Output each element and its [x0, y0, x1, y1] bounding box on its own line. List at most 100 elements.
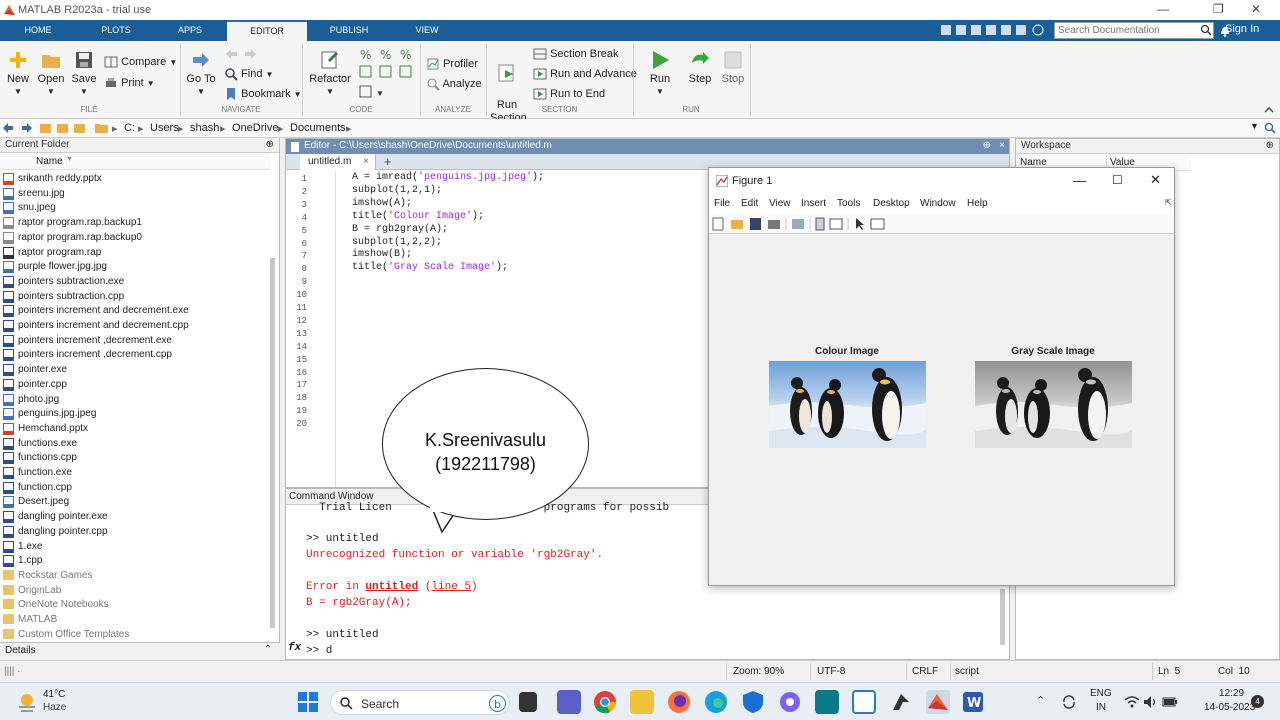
file-list-item[interactable]: snu.jpeg: [3, 201, 56, 215]
file-list-item[interactable]: raptor program.rap.backup0: [3, 231, 142, 245]
file-list-item[interactable]: pointers increment and decrement.exe: [3, 304, 189, 318]
code-line[interactable]: B = rgb2gray(A);: [352, 224, 448, 235]
path-segment[interactable]: C:: [124, 122, 135, 134]
taskbar-search-box[interactable]: Search b: [330, 690, 510, 715]
code-tools-icons[interactable]: %%% ▼: [358, 46, 416, 104]
weather-temperature[interactable]: 41°C: [43, 689, 65, 700]
file-list-item[interactable]: 1.cpp: [3, 554, 42, 568]
file-list-item[interactable]: photo.jpg: [3, 393, 59, 407]
edge-icon[interactable]: [704, 690, 728, 714]
file-list-item[interactable]: pointer.exe: [3, 363, 67, 377]
code-line[interactable]: subplot(1,2,2);: [352, 237, 442, 248]
figure-menu-help[interactable]: Help: [967, 198, 988, 209]
file-list-item[interactable]: purple flower.jpg.jpg: [3, 260, 107, 274]
chrome-icon[interactable]: [593, 690, 617, 714]
file-list-item[interactable]: function.cpp: [3, 481, 72, 495]
goto-button[interactable]: Go To ▼: [186, 49, 216, 97]
file-list-item[interactable]: pointers increment ,decrement.cpp: [3, 348, 172, 362]
figure-toolbar-icons[interactable]: [712, 217, 897, 231]
folder-list-item[interactable]: OriginLab: [3, 584, 61, 598]
scrollbar-thumb[interactable]: [270, 258, 275, 628]
save-button[interactable]: Save ▼: [70, 49, 98, 97]
figure-menu-desktop[interactable]: Desktop: [873, 198, 910, 209]
details-panel[interactable]: Details ⌃: [0, 642, 280, 660]
show-hidden-icons[interactable]: ⌃: [1036, 694, 1045, 707]
word-icon[interactable]: W: [961, 690, 985, 714]
file-list-item[interactable]: pointers subtraction.cpp: [3, 290, 124, 304]
file-list-item[interactable]: dangling pointer.exe: [3, 510, 108, 524]
figure-menu-insert[interactable]: Insert: [801, 198, 826, 209]
refactor-button[interactable]: Refactor ▼: [309, 49, 351, 97]
file-list-item[interactable]: functions.cpp: [3, 451, 77, 465]
path-segment[interactable]: OneDrive: [232, 122, 278, 134]
folder-list-item[interactable]: Custom Office Templates: [3, 628, 129, 642]
editor-close-icon[interactable]: ×: [999, 140, 1005, 151]
figure-close-button[interactable]: ✕: [1150, 172, 1161, 188]
panel-menu-icon[interactable]: ⊕: [266, 139, 274, 150]
editor-tab-untitled[interactable]: untitled.m ×: [300, 154, 376, 170]
stop-button[interactable]: Stop: [719, 49, 747, 85]
weather-description[interactable]: Haze: [43, 702, 66, 713]
path-segment[interactable]: Users: [150, 122, 179, 134]
file-list-item[interactable]: raptor program.rap: [3, 246, 101, 260]
code-line[interactable]: imshow(B);: [352, 249, 412, 260]
figure-menu-dock-icon[interactable]: ⇱: [1165, 198, 1172, 207]
run-button[interactable]: Run ▼: [646, 49, 674, 97]
figure-menu-edit[interactable]: Edit: [741, 198, 758, 209]
run-to-end-button[interactable]: Run to End: [533, 87, 605, 101]
file-list-item[interactable]: Hemchand.pptx: [3, 422, 88, 436]
collapse-ribbon-icon[interactable]: [1264, 105, 1274, 115]
file-list-item[interactable]: srikanth reddy.pptx: [3, 172, 102, 186]
find-button[interactable]: Find ▼: [224, 67, 273, 81]
folder-list-item[interactable]: MATLAB: [3, 613, 57, 627]
quick-access-toolbar[interactable]: [940, 24, 1048, 37]
file-list-item[interactable]: functions.exe: [3, 437, 77, 451]
figure-menu-window[interactable]: Window: [920, 198, 956, 209]
file-list-item[interactable]: raptor program.rap.backup1: [3, 216, 142, 230]
minimize-button[interactable]: —: [1157, 2, 1169, 16]
path-segment[interactable]: shash: [190, 122, 219, 134]
path-segment[interactable]: Documents: [290, 122, 346, 134]
tab-view[interactable]: VIEW: [403, 20, 451, 41]
copilot-icon[interactable]: [778, 690, 802, 714]
figure-maximize-button[interactable]: ☐: [1112, 173, 1123, 187]
clock-time[interactable]: 12:29: [1219, 688, 1244, 699]
raptor-app-icon[interactable]: [889, 690, 913, 714]
address-dropdown-icon[interactable]: ▼: [1250, 121, 1259, 131]
tab-editor[interactable]: EDITOR: [227, 20, 307, 41]
battery-icon[interactable]: [1162, 695, 1178, 709]
notification-badge[interactable]: 4: [1251, 695, 1264, 708]
figure-menu-view[interactable]: View: [769, 198, 791, 209]
folder-list-item[interactable]: Rockstar Games: [3, 569, 92, 583]
windows-start-icon[interactable]: [298, 692, 318, 712]
file-list-item[interactable]: function.exe: [3, 466, 72, 480]
file-list-item[interactable]: dangling pointer.cpp: [3, 525, 108, 539]
section-break-button[interactable]: Section Break: [533, 47, 619, 61]
maximize-button[interactable]: ❐: [1213, 2, 1224, 16]
file-list-item[interactable]: pointers increment ,decrement.exe: [3, 334, 172, 348]
workspace-menu-icon[interactable]: ⊕: [1266, 140, 1274, 151]
editor-menu-icon[interactable]: ⊕: [983, 140, 991, 151]
profiler-button[interactable]: Profiler: [426, 57, 478, 71]
code-line[interactable]: title('Gray Scale Image');: [352, 262, 508, 273]
file-list-item[interactable]: penguins.jpg.jpeg: [3, 407, 96, 421]
sync-icon[interactable]: [1061, 695, 1077, 709]
nav-arrows-icon[interactable]: [2, 122, 92, 135]
matlab-taskbar-icon[interactable]: [926, 690, 950, 714]
file-list-item[interactable]: sreenu.jpg: [3, 187, 65, 201]
teams-chat-icon[interactable]: [557, 690, 581, 714]
file-list-item[interactable]: pointers increment and decrement.cpp: [3, 319, 189, 333]
close-button[interactable]: ✕: [1251, 2, 1261, 16]
file-list-item[interactable]: Desert.jpeg: [3, 495, 69, 509]
tab-home[interactable]: HOME: [10, 20, 66, 41]
figure-menu-file[interactable]: File: [714, 198, 730, 209]
weather-haze-icon[interactable]: [16, 691, 38, 713]
tab-plots[interactable]: PLOTS: [86, 20, 146, 41]
file-explorer-icon[interactable]: [630, 690, 654, 714]
search-icon[interactable]: [1200, 24, 1212, 36]
compare-button[interactable]: Compare ▼: [104, 55, 177, 69]
bookmark-button[interactable]: Bookmark ▼: [224, 87, 302, 101]
language-indicator[interactable]: ENG: [1090, 688, 1112, 699]
step-button[interactable]: Step: [686, 49, 714, 85]
window-app-icon[interactable]: [852, 690, 876, 714]
